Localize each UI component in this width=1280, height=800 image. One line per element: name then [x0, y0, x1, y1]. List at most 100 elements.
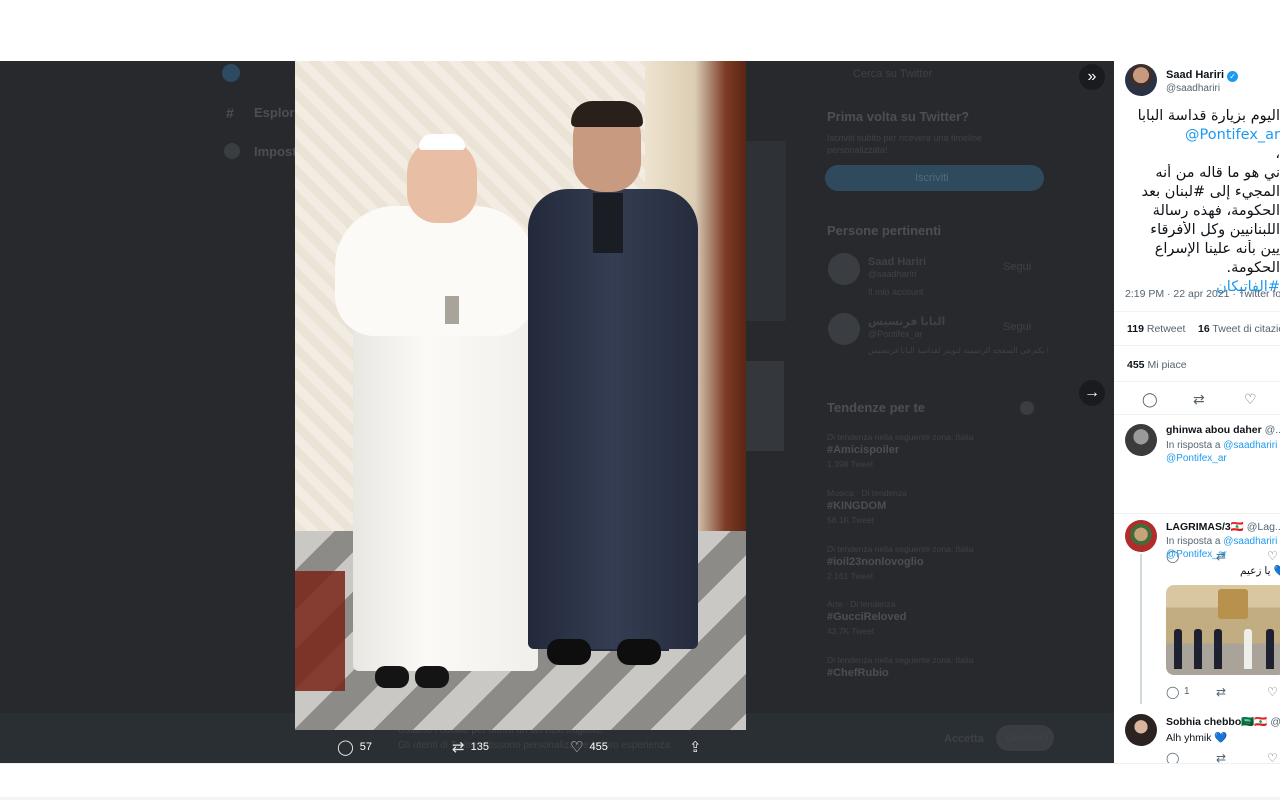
signup-button[interactable]: Iscriviti [825, 165, 1044, 191]
reply-icon[interactable]: ◯ [1166, 685, 1179, 699]
reply-author-name: Sobhia chebbo🇸🇦🇱🇧 [1166, 716, 1268, 728]
retweet-icon[interactable]: ⇄ [1216, 751, 1226, 763]
reply-avatar[interactable] [1125, 424, 1157, 456]
photo-like-action[interactable]: ♡ 455 [570, 736, 608, 758]
reply-icon[interactable]: ◯ [1142, 390, 1158, 408]
double-chevron-right-icon[interactable]: » [1079, 64, 1105, 90]
trend-context-2: Musica · Di tendenza [827, 488, 907, 498]
tweet-photo[interactable] [295, 61, 746, 730]
reply-author[interactable]: ghinwa abou daher @... [1166, 424, 1280, 436]
trend-count-2: 56.1K Tweet [827, 515, 875, 525]
trend-context-3: Di tendenza nella seguente zona: Italia [827, 544, 974, 554]
trends-settings-icon[interactable] [1020, 401, 1034, 415]
photo-pectoral-cross [445, 296, 459, 324]
tweet-timestamp[interactable]: 2:19 PM · 22 apr 2021 · Twitter for iPho… [1125, 288, 1280, 300]
reply-to-line-2: @Pontifex_ar [1166, 549, 1227, 560]
photo-share-action[interactable]: ⇪ [689, 736, 702, 758]
retweets-count: 119 [1127, 323, 1144, 335]
heart-icon: ♡ [570, 738, 584, 756]
heart-icon[interactable]: ♡ [1267, 549, 1278, 563]
thread-line [1140, 554, 1142, 704]
trend-name-4[interactable]: #GucciReloved [827, 611, 906, 623]
reply-to-mention[interactable]: @Pontifex_ar [1166, 549, 1227, 560]
relevant-people-title: Persone pertinenti [827, 223, 942, 238]
screen: # Esplora Impostazioni Cerca su Twitter … [0, 0, 1280, 800]
follow-button-1[interactable]: Segui [1003, 261, 1031, 273]
reply-photo-person [1174, 629, 1182, 669]
photo-rug [295, 571, 345, 691]
reply-to-mention[interactable]: @saadhariri [1223, 536, 1277, 547]
reply-author-handle: @... [1264, 424, 1280, 436]
author-name-row[interactable]: Saad Hariri ✓ [1166, 69, 1239, 82]
tweet-text: اليوم بزيارة قداسة البابا @Pontifex_ar ،… [1114, 107, 1280, 297]
photo-shoe [375, 666, 409, 688]
reply-photo[interactable] [1166, 585, 1280, 675]
photo-retweet-action[interactable]: ⇄ 135 [452, 736, 489, 758]
likes-stat[interactable]: 455 Mi piace [1127, 359, 1187, 371]
quotes-count: 16 [1198, 323, 1210, 335]
divider [1114, 381, 1280, 382]
reply-icon[interactable]: ◯ [1166, 751, 1179, 763]
cookie-accept-button[interactable]: Accetta [944, 733, 984, 745]
reply-author[interactable]: Sobhia chebbo🇸🇦🇱🇧 @s... [1166, 715, 1280, 728]
photo-shoe [415, 666, 449, 688]
reply-avatar[interactable] [1125, 520, 1157, 552]
divider [1114, 311, 1280, 312]
author-handle[interactable]: @saadhariri [1166, 83, 1220, 94]
relevant-name-1[interactable]: Saad Hariri [868, 256, 926, 268]
photo-shoe [547, 639, 591, 665]
author-name[interactable]: Saad Hariri [1166, 69, 1224, 81]
trend-count-3: 2.161 Tweet [827, 571, 874, 581]
trend-context-5: Di tendenza nella seguente zona: Italia [827, 655, 974, 665]
bottom-blank-area [0, 763, 1280, 800]
signup-title: Prima volta su Twitter? [827, 109, 970, 124]
reply-author-name: LAGRIMAS/3🇱🇧 [1166, 521, 1244, 533]
heart-icon[interactable]: ♡ [1244, 390, 1257, 408]
divider [1114, 345, 1280, 346]
reply-to-mention[interactable]: @saadhariri [1223, 440, 1277, 451]
quotes-stat[interactable]: 16 Tweet di citazione [1198, 323, 1280, 335]
heart-icon[interactable]: ♡ [1267, 751, 1278, 763]
retweets-stat[interactable]: 119 Retweet [1127, 323, 1185, 335]
trend-context-1: Di tendenza nella seguente zona: Italia [827, 432, 974, 442]
reply-photo-painting [1218, 589, 1248, 619]
photo-figure-head-left [407, 139, 477, 223]
photo-reply-action[interactable]: ◯ 57 [337, 736, 372, 758]
photo-shoe [617, 639, 661, 665]
tweet-line: ني هو ما قاله من أنه [1155, 165, 1280, 181]
reply-to-line: In risposta a @saadhariri [1166, 440, 1277, 451]
reply-avatar[interactable] [1125, 714, 1157, 746]
trend-name-1[interactable]: #Amicispoiler [827, 444, 899, 456]
tweet-line: المجيء إلى #لبنان بعد [1141, 184, 1280, 200]
reply-author[interactable]: LAGRIMAS/3🇱🇧 @Lag... [1166, 520, 1280, 533]
retweet-icon[interactable]: ⇄ [1193, 390, 1205, 408]
tweet-line: ، [1275, 146, 1280, 162]
relevant-handle-2: @Pontifex_ar [868, 329, 923, 339]
signup-line-2: personalizzata! [827, 145, 888, 155]
author-avatar[interactable] [1125, 64, 1157, 96]
reply-photo-person [1214, 629, 1222, 669]
relevant-avatar-2[interactable] [828, 313, 860, 345]
reply-to-prefix: In risposta a [1166, 440, 1221, 451]
arrow-right-icon[interactable]: → [1079, 380, 1105, 406]
search-input[interactable]: Cerca su Twitter [853, 68, 932, 80]
trend-count-1: 1.398 Tweet [827, 459, 874, 469]
reply-to-line-2: @Pontifex_ar [1166, 453, 1227, 464]
cookie-settings-button[interactable]: Gestisci [996, 725, 1054, 751]
tweet-detail-panel: Saad Hariri ✓ @saadhariri اليوم بزيارة قد… [1114, 61, 1280, 763]
follow-button-2[interactable]: Segui [1003, 321, 1031, 333]
reply-to-mention[interactable]: @Pontifex_ar [1166, 453, 1227, 464]
trend-name-3[interactable]: #ioil23nonlovoglio [827, 556, 924, 568]
relevant-name-2[interactable]: البابا فرنسيس [868, 315, 945, 328]
timeline-text-fragment [746, 141, 786, 321]
tweet-author[interactable]: Saad Hariri ✓ @saadhariri [1125, 64, 1280, 98]
retweet-icon[interactable]: ⇄ [1216, 685, 1226, 699]
heart-icon[interactable]: ♡ [1267, 685, 1278, 699]
tweet-mention-link[interactable]: @Pontifex_ar [1114, 126, 1280, 145]
trend-name-2[interactable]: #KINGDOM [827, 500, 886, 512]
relevant-avatar-1[interactable] [828, 253, 860, 285]
reply-to-line: In risposta a @saadhariri [1166, 536, 1277, 547]
trend-name-5[interactable]: #ChefRubio [827, 667, 889, 679]
divider [1114, 414, 1280, 415]
reply-photo-person [1244, 629, 1252, 669]
